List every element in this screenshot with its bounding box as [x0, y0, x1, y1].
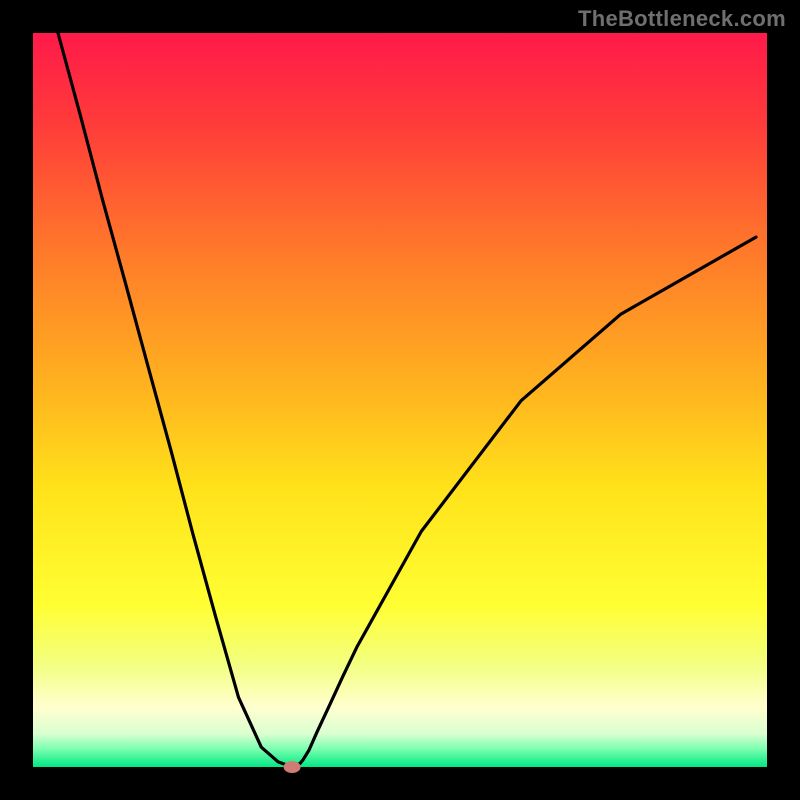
- watermark-text: TheBottleneck.com: [578, 6, 786, 32]
- bottleneck-chart: [0, 0, 800, 800]
- chart-frame: TheBottleneck.com: [0, 0, 800, 800]
- plot-background: [33, 33, 767, 767]
- optimum-marker: [284, 761, 301, 773]
